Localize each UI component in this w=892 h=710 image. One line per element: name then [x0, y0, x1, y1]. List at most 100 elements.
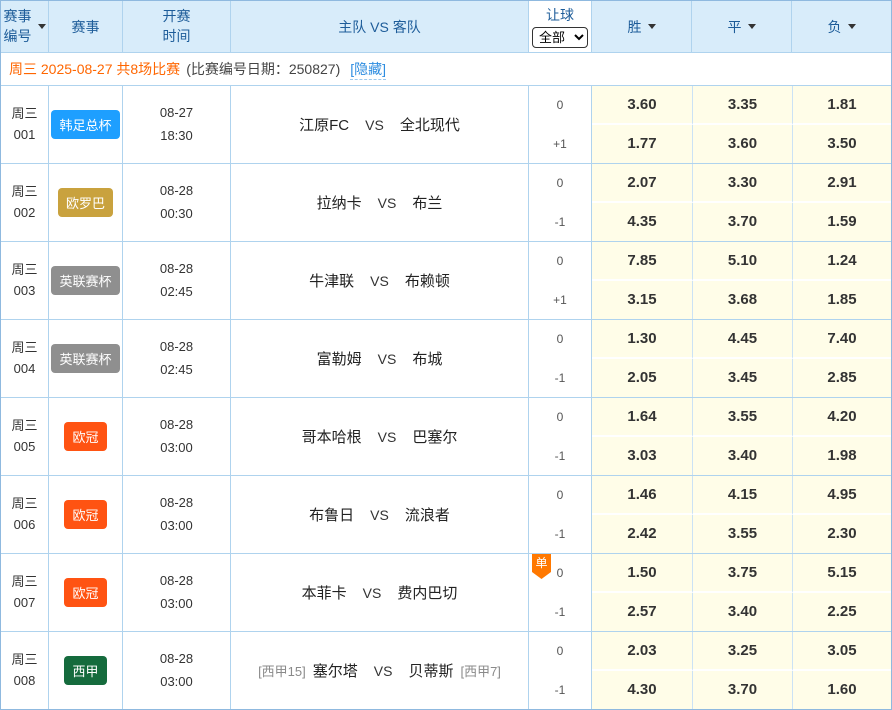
odd-lose[interactable]: 2.85 [792, 359, 891, 398]
teams-cell[interactable]: [西甲15] 塞尔塔 VS 贝蒂斯 [西甲7] [231, 632, 529, 709]
home-team: 布鲁日 [309, 504, 354, 525]
match-row: 周三 002 欧罗巴 08-28 00:30 拉纳卡 VS 布兰 0 -1 2.… [1, 164, 891, 242]
odd-win[interactable]: 4.30 [592, 671, 692, 710]
odd-draw[interactable]: 3.75 [692, 554, 792, 593]
odd-win[interactable]: 1.30 [592, 320, 692, 359]
match-time: 00:30 [160, 203, 193, 225]
league-badge[interactable]: 欧冠 [64, 578, 106, 607]
odd-win[interactable]: 1.64 [592, 398, 692, 437]
odd-lose[interactable]: 2.91 [792, 164, 891, 203]
odds-cell: 2.03 3.25 3.05 4.30 3.70 1.60 [592, 632, 891, 709]
handicap-value: 0 [529, 164, 591, 203]
odd-draw[interactable]: 3.45 [692, 359, 792, 398]
home-team: 塞尔塔 [313, 660, 358, 681]
odd-win[interactable]: 4.35 [592, 203, 692, 242]
away-team: 贝蒂斯 [408, 660, 453, 681]
header-lose[interactable]: 负 [792, 1, 891, 52]
odds-line: 4.35 3.70 1.59 [592, 203, 891, 242]
match-date: 08-28 [160, 648, 193, 670]
handicap-value: 0 [529, 398, 591, 437]
header-win[interactable]: 胜 [592, 1, 692, 52]
odd-draw[interactable]: 4.45 [692, 320, 792, 359]
match-code: 006 [14, 515, 36, 536]
teams-cell[interactable]: 布鲁日 VS 流浪者 [231, 476, 529, 553]
away-team: 布城 [412, 348, 442, 369]
match-day: 周三 [11, 650, 37, 671]
odd-lose[interactable]: 1.98 [792, 437, 891, 476]
odd-lose[interactable]: 4.20 [792, 398, 891, 437]
odd-lose[interactable]: 4.95 [792, 476, 891, 515]
odd-draw[interactable]: 5.10 [692, 242, 792, 281]
odd-lose[interactable]: 5.15 [792, 554, 891, 593]
match-day: 周三 [11, 494, 37, 515]
teams-cell[interactable]: 江原FC VS 全北现代 [231, 86, 529, 163]
odd-win[interactable]: 3.60 [592, 86, 692, 125]
odd-lose[interactable]: 3.05 [792, 632, 891, 671]
match-code: 002 [14, 203, 36, 224]
odd-draw[interactable]: 3.60 [692, 125, 792, 164]
header-start-time-label: 开赛时间 [162, 7, 191, 46]
odd-draw[interactable]: 3.55 [692, 515, 792, 554]
handicap-cell: 0 +1 [529, 86, 592, 163]
teams-cell[interactable]: 本菲卡 VS 费内巴切 [231, 554, 529, 631]
odds-line: 1.50 3.75 5.15 [592, 554, 891, 593]
odd-win[interactable]: 1.77 [592, 125, 692, 164]
odd-win[interactable]: 3.15 [592, 281, 692, 320]
odds-line: 4.30 3.70 1.60 [592, 671, 891, 710]
header-lose-label: 负 [828, 17, 842, 37]
odd-win[interactable]: 1.46 [592, 476, 692, 515]
odd-lose[interactable]: 7.40 [792, 320, 891, 359]
odd-draw[interactable]: 3.55 [692, 398, 792, 437]
odd-win[interactable]: 7.85 [592, 242, 692, 281]
league-badge[interactable]: 韩足总杯 [51, 110, 119, 139]
league-badge[interactable]: 英联赛杯 [51, 344, 119, 373]
odd-win[interactable]: 2.05 [592, 359, 692, 398]
home-team: 哥本哈根 [302, 426, 362, 447]
odd-win[interactable]: 2.07 [592, 164, 692, 203]
handicap-filter-select[interactable]: 全部 [532, 27, 588, 48]
sort-arrow-icon [38, 24, 46, 29]
odd-draw[interactable]: 3.70 [692, 203, 792, 242]
odd-lose[interactable]: 1.81 [792, 86, 891, 125]
odd-win[interactable]: 2.57 [592, 593, 692, 632]
teams-cell[interactable]: 哥本哈根 VS 巴塞尔 [231, 398, 529, 475]
teams-cell[interactable]: 富勒姆 VS 布城 [231, 320, 529, 397]
league-badge[interactable]: 欧罗巴 [58, 188, 113, 217]
odd-lose[interactable]: 1.24 [792, 242, 891, 281]
odd-win[interactable]: 3.03 [592, 437, 692, 476]
odd-win[interactable]: 2.42 [592, 515, 692, 554]
odd-draw[interactable]: 4.15 [692, 476, 792, 515]
odd-lose[interactable]: 1.85 [792, 281, 891, 320]
match-number-cell: 周三 004 [1, 320, 49, 397]
odd-lose[interactable]: 3.50 [792, 125, 891, 164]
odd-win[interactable]: 1.50 [592, 554, 692, 593]
hide-link[interactable]: [隐藏] [350, 59, 386, 80]
odd-draw[interactable]: 3.40 [692, 593, 792, 632]
teams-cell[interactable]: 拉纳卡 VS 布兰 [231, 164, 529, 241]
odd-lose[interactable]: 2.25 [792, 593, 891, 632]
league-badge[interactable]: 欧冠 [64, 500, 106, 529]
odd-lose[interactable]: 1.60 [792, 671, 891, 710]
odds-line: 2.05 3.45 2.85 [592, 359, 891, 398]
league-badge[interactable]: 英联赛杯 [51, 266, 119, 295]
odd-draw[interactable]: 3.40 [692, 437, 792, 476]
odd-lose[interactable]: 1.59 [792, 203, 891, 242]
teams-cell[interactable]: 牛津联 VS 布赖顿 [231, 242, 529, 319]
league-badge[interactable]: 西甲 [64, 656, 106, 685]
odds-line: 3.15 3.68 1.85 [592, 281, 891, 320]
odd-draw[interactable]: 3.35 [692, 86, 792, 125]
header-draw[interactable]: 平 [692, 1, 792, 52]
odd-lose[interactable]: 2.30 [792, 515, 891, 554]
header-start-time: 开赛时间 [123, 1, 231, 52]
league-badge[interactable]: 欧冠 [64, 422, 106, 451]
header-match-no[interactable]: 赛事编号 [1, 1, 49, 52]
odd-draw[interactable]: 3.68 [692, 281, 792, 320]
odds-line: 7.85 5.10 1.24 [592, 242, 891, 281]
odd-win[interactable]: 2.03 [592, 632, 692, 671]
odd-draw[interactable]: 3.70 [692, 671, 792, 710]
odd-draw[interactable]: 3.25 [692, 632, 792, 671]
away-rank: [西甲7] [460, 661, 500, 680]
handicap-value: 0 [529, 86, 591, 125]
home-rank: [西甲15] [258, 661, 306, 680]
odd-draw[interactable]: 3.30 [692, 164, 792, 203]
